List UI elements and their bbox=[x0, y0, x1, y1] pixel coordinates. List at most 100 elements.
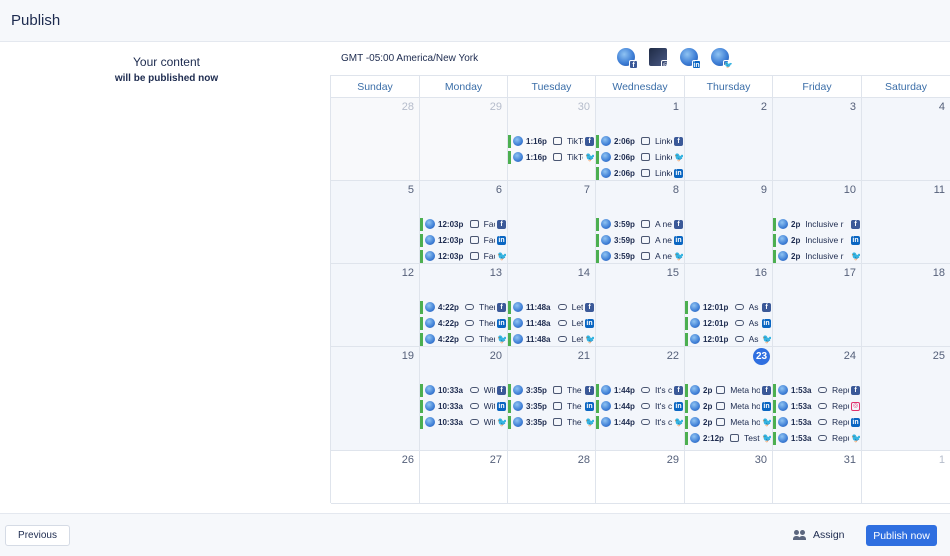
post-title: Meta ho bbox=[730, 401, 760, 411]
post-time: 3:59p bbox=[614, 252, 635, 261]
calendar-day-cell[interactable]: 1 bbox=[862, 451, 950, 504]
calendar-day-cell[interactable]: 28 bbox=[331, 98, 420, 181]
scheduled-post[interactable]: 2:12p Test f🐦 bbox=[685, 432, 771, 445]
post-time: 12:01p bbox=[703, 319, 729, 328]
calendar-day-cell[interactable]: 29 bbox=[420, 98, 508, 181]
calendar-day-cell[interactable]: 31 bbox=[773, 451, 862, 504]
scheduled-post[interactable]: 12:01p As thin bbox=[685, 317, 771, 330]
scheduled-post[interactable]: 1:53a Repur◎ bbox=[773, 400, 860, 413]
scheduled-post[interactable]: 4:22p There🐦 bbox=[420, 333, 506, 346]
calendar-day-cell[interactable]: 30 bbox=[685, 451, 773, 504]
calendar-day-cell[interactable]: 134:22pTheref4:22pTherein4:22pThere🐦 bbox=[420, 264, 508, 347]
scheduled-post[interactable]: 1:16p TikTok🐦 bbox=[508, 151, 594, 164]
scheduled-post[interactable]: 12:01p As th🐦 bbox=[685, 333, 771, 346]
account-avatar-twitter[interactable]: 🐦 bbox=[711, 48, 733, 69]
calendar-day-cell[interactable]: 5 bbox=[331, 181, 420, 264]
calendar-day-cell[interactable]: 2 bbox=[685, 98, 773, 181]
post-author-avatar bbox=[690, 334, 700, 344]
calendar-day-cell[interactable]: 28 bbox=[508, 451, 596, 504]
calendar-day-cell[interactable]: 612:03pFacef12:03pFacein12:03pFace🐦 bbox=[420, 181, 508, 264]
post-time: 2:06p bbox=[614, 169, 635, 178]
previous-button[interactable]: Previous bbox=[5, 525, 70, 546]
calendar-day-cell[interactable]: 221:44pIt's chf1:44pIt's chin1:44pIt's c… bbox=[596, 347, 685, 451]
post-time: 3:59p bbox=[614, 236, 635, 245]
calendar-day-cell[interactable]: 213:35pThef3:35pThein3:35pThe🐦 bbox=[508, 347, 596, 451]
scheduled-post[interactable]: 12:01p As thf bbox=[685, 301, 771, 314]
scheduled-post[interactable]: 1:44p It's chin bbox=[596, 400, 683, 413]
post-title: There bbox=[479, 302, 495, 312]
image-icon bbox=[553, 386, 562, 394]
publish-now-button[interactable]: Publish now bbox=[866, 525, 937, 546]
day-number: 19 bbox=[401, 350, 414, 362]
calendar-day-cell[interactable]: 1 2:06pLinkef 2:06pLinke🐦 2:06pLinkein bbox=[596, 98, 685, 181]
post-title: A nev bbox=[655, 235, 672, 245]
calendar-day-cell[interactable]: 19 bbox=[331, 347, 420, 451]
twitter-icon: 🐦 bbox=[762, 335, 771, 344]
calendar-day-cell[interactable]: 16 12:01pAs thf 12:01pAs thin 12:01pAs th🐦 bbox=[685, 264, 773, 347]
day-number: 8 bbox=[672, 184, 679, 196]
calendar-day-cell[interactable]: 15 bbox=[596, 264, 685, 347]
scheduled-post[interactable]: 12:03p Face🐦 bbox=[420, 250, 506, 263]
calendar-day-cell[interactable]: 17 bbox=[773, 264, 862, 347]
calendar-day-cell[interactable]: 4 bbox=[862, 98, 950, 181]
account-avatar-linkedin[interactable]: in bbox=[680, 48, 701, 69]
scheduled-post[interactable]: 2p Meta ho f bbox=[685, 384, 771, 397]
calendar-day-cell[interactable]: 27 bbox=[420, 451, 508, 504]
calendar-day-cell[interactable]: 1411:48aLet'sf11:48aLet'sin11:48aLet's🐦 bbox=[508, 264, 596, 347]
facebook-icon: f bbox=[674, 386, 683, 395]
scheduled-post[interactable]: 1:44p It's ch🐦 bbox=[596, 416, 683, 429]
scheduled-post[interactable]: 2:06p Linke🐦 bbox=[596, 151, 683, 164]
scheduled-post[interactable]: 1:53a Repurin bbox=[773, 416, 860, 429]
scheduled-post[interactable]: 3:59p A nev🐦 bbox=[596, 250, 683, 263]
post-title: Inclusive r bbox=[805, 251, 844, 261]
calendar-day-cell[interactable]: 2010:33aWithf10:33aWithin10:33aWith🐦 bbox=[420, 347, 508, 451]
scheduled-post[interactable]: 1:44p It's chf bbox=[596, 384, 683, 397]
calendar-day-cell[interactable]: 9 bbox=[685, 181, 773, 264]
calendar-day-cell[interactable]: 3 bbox=[773, 98, 862, 181]
scheduled-post[interactable]: 4:22p Theref bbox=[420, 301, 506, 314]
scheduled-post[interactable]: 2:06p Linkef bbox=[596, 135, 683, 148]
scheduled-post[interactable]: 1:53a Repur🐦 bbox=[773, 432, 860, 445]
calendar-day-cell[interactable]: 18 bbox=[862, 264, 950, 347]
calendar-day-cell[interactable]: 30 1:16p TikTokf 1:16p TikTok🐦 bbox=[508, 98, 596, 181]
calendar-day-cell[interactable]: 29 bbox=[596, 451, 685, 504]
account-avatar-facebook[interactable]: f bbox=[617, 48, 638, 69]
image-icon bbox=[716, 386, 726, 394]
scheduled-post[interactable]: 2p Meta ho in bbox=[685, 400, 771, 413]
scheduled-post[interactable]: 3:59p A nevf bbox=[596, 218, 683, 231]
calendar-day-cell[interactable]: 7 bbox=[508, 181, 596, 264]
scheduled-post[interactable]: 10:33a Withf bbox=[420, 384, 506, 397]
account-avatar-instagram[interactable]: ◎ bbox=[649, 48, 670, 69]
scheduled-post[interactable]: 10:33a With🐦 bbox=[420, 416, 506, 429]
facebook-icon: f bbox=[762, 386, 771, 395]
calendar-day-cell[interactable]: 12 bbox=[331, 264, 420, 347]
scheduled-post[interactable]: 10:33a Within bbox=[420, 400, 506, 413]
scheduled-post[interactable]: 12:03p Facein bbox=[420, 234, 506, 247]
calendar-day-cell[interactable]: 11 bbox=[862, 181, 950, 264]
day-number: 16 bbox=[754, 267, 767, 279]
assign-button[interactable]: Assign bbox=[791, 525, 853, 546]
day-number: 1 bbox=[672, 101, 679, 113]
calendar-day-cell[interactable]: 10 2p Inclusive r f 2p Inclusive r in 2p Inclusi… bbox=[773, 181, 862, 264]
scheduled-post[interactable]: 3:59p A nevin bbox=[596, 234, 683, 247]
scheduled-post[interactable]: 3:35p The🐦 bbox=[508, 416, 594, 429]
calendar-day-cell[interactable]: 83:59pA nevf3:59pA nevin3:59pA nev🐦 bbox=[596, 181, 685, 264]
scheduled-post[interactable]: 2p Inclusive r in bbox=[773, 234, 860, 247]
scheduled-post[interactable]: 3:35p The f bbox=[508, 384, 594, 397]
calendar-day-cell[interactable]: 25 bbox=[862, 347, 950, 451]
scheduled-post[interactable]: 12:03p Facef bbox=[420, 218, 506, 231]
scheduled-post[interactable]: 2p Meta ho🐦 bbox=[685, 416, 771, 429]
scheduled-post[interactable]: 1:16p TikTokf bbox=[508, 135, 594, 148]
calendar-day-cell[interactable]: 26 bbox=[331, 451, 420, 504]
scheduled-post[interactable]: 11:48a Let'sf bbox=[508, 301, 594, 314]
scheduled-post[interactable]: 1:53a Repurf bbox=[773, 384, 860, 397]
scheduled-post[interactable]: 2:06p Linkein bbox=[596, 167, 683, 180]
scheduled-post[interactable]: 4:22p Therein bbox=[420, 317, 506, 330]
scheduled-post[interactable]: 2p Inclusive r f bbox=[773, 218, 860, 231]
scheduled-post[interactable]: 11:48a Let'sin bbox=[508, 317, 594, 330]
calendar-day-cell[interactable]: 232pMeta hof2pMeta hoin2pMeta ho🐦2:12pTe… bbox=[685, 347, 773, 451]
scheduled-post[interactable]: 2p Inclusive r 🐦 bbox=[773, 250, 860, 263]
scheduled-post[interactable]: 11:48a Let's🐦 bbox=[508, 333, 594, 346]
scheduled-post[interactable]: 3:35p The in bbox=[508, 400, 594, 413]
calendar-day-cell[interactable]: 241:53aRepurf1:53aRepur◎1:53aRepurin1:53… bbox=[773, 347, 862, 451]
